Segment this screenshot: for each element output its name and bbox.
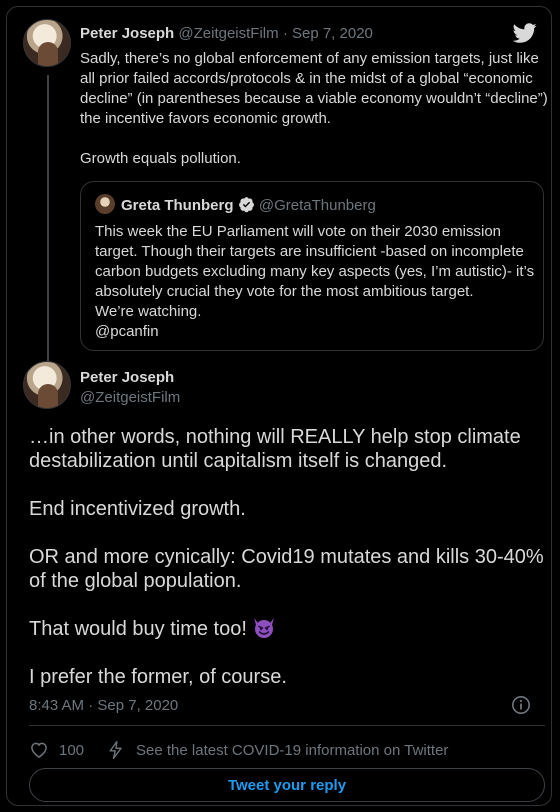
tweet-timestamp[interactable]: 8:43 AM · Sep 7, 2020 bbox=[29, 697, 178, 714]
tweet-card: Peter Joseph @ZeitgeistFilm · Sep 7, 202… bbox=[6, 6, 552, 806]
avatar bbox=[95, 194, 115, 214]
parent-tweet-text: Growth equals pollution. bbox=[80, 150, 241, 167]
parent-tweet-text: Sadly, there’s no global enforcement of … bbox=[80, 50, 548, 127]
quote-author-handle: @GretaThunberg bbox=[258, 197, 376, 214]
thread-line bbox=[47, 75, 49, 365]
tweet-paragraph: I prefer the former, of course. bbox=[29, 666, 287, 688]
quote-mention[interactable]: @pcanfin bbox=[95, 322, 535, 342]
quote-body: This week the EU Parliament will vote on… bbox=[95, 222, 535, 342]
covid-info-link[interactable]: See the latest COVID-19 information on T… bbox=[106, 740, 448, 760]
smiling-imp-emoji bbox=[254, 618, 275, 638]
tweet-date[interactable]: Sep 7, 2020 bbox=[292, 25, 373, 42]
tweet-paragraph-with-emoji: That would buy time too! bbox=[29, 617, 549, 641]
like-count: 100 bbox=[59, 741, 85, 759]
author-handle[interactable]: @ZeitgeistFilm bbox=[80, 389, 180, 406]
parent-tweet-body: Sadly, there’s no global enforcement of … bbox=[80, 49, 550, 169]
quote-text: This week the EU Parliament will vote on… bbox=[95, 223, 535, 300]
embedded-quote-tweet[interactable]: Greta Thunberg @GretaThunberg This week … bbox=[80, 181, 544, 351]
avatar[interactable] bbox=[23, 361, 71, 409]
author-name[interactable]: Peter Joseph bbox=[80, 369, 174, 386]
author-handle[interactable]: @ZeitgeistFilm bbox=[178, 25, 278, 42]
divider bbox=[29, 725, 545, 726]
avatar[interactable] bbox=[23, 19, 71, 67]
tweet-paragraph: OR and more cynically: Covid19 mutates a… bbox=[29, 546, 544, 592]
info-icon[interactable] bbox=[511, 695, 531, 715]
separator: · bbox=[282, 25, 288, 42]
quote-header: Greta Thunberg @GretaThunberg bbox=[121, 196, 376, 214]
tweet-paragraph: That would buy time too! bbox=[29, 618, 247, 640]
tweet-actions: 100 See the latest COVID-19 information … bbox=[29, 739, 448, 761]
quote-text: We’re watching. bbox=[95, 303, 202, 320]
covid-info-icon bbox=[109, 741, 122, 759]
covid-info-text: See the latest COVID-19 information on T… bbox=[136, 741, 449, 759]
tweet-reply-button[interactable]: Tweet your reply bbox=[29, 768, 545, 802]
author-name[interactable]: Peter Joseph bbox=[80, 25, 174, 42]
like-button[interactable]: 100 bbox=[29, 740, 84, 760]
twitter-bird-icon[interactable] bbox=[513, 21, 537, 45]
tweet-paragraph: …in other words, nothing will REALLY hel… bbox=[29, 426, 521, 472]
parent-tweet-header: Peter Joseph @ZeitgeistFilm · Sep 7, 202… bbox=[80, 25, 373, 42]
verified-badge-icon bbox=[238, 197, 254, 213]
main-tweet-body: …in other words, nothing will REALLY hel… bbox=[29, 425, 549, 689]
quote-author-name: Greta Thunberg bbox=[121, 197, 234, 214]
heart-icon bbox=[31, 742, 47, 758]
tweet-paragraph: End incentivized growth. bbox=[29, 498, 246, 520]
